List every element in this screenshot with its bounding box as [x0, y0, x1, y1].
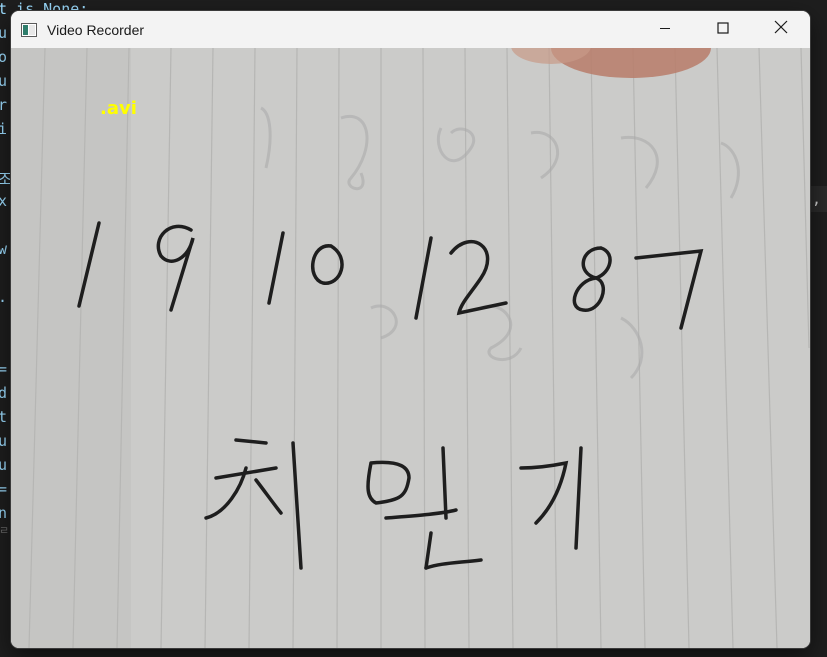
app-window-icon: [21, 22, 37, 37]
video-recorder-window: Video Recorder .avi: [11, 11, 810, 648]
editor-line: r: [0, 96, 8, 114]
editor-line: .: [0, 288, 7, 306]
video-frame: .avi: [11, 48, 810, 648]
close-button[interactable]: [752, 11, 810, 48]
editor-hint-text: ㄹ: [0, 524, 10, 537]
close-icon: [774, 20, 788, 39]
window-title: Video Recorder: [47, 21, 145, 38]
editor-line: x: [0, 192, 8, 210]
editor-line: w: [0, 240, 8, 258]
maximize-button[interactable]: [694, 11, 752, 48]
editor-line: n: [0, 504, 8, 522]
minimize-button[interactable]: [636, 11, 694, 48]
recording-format-label: .avi: [100, 98, 137, 119]
editor-line: =: [0, 480, 8, 498]
editor-line: t: [0, 408, 8, 426]
editor-line: i: [0, 120, 8, 138]
editor-line: u: [0, 72, 8, 90]
title-bar[interactable]: Video Recorder: [11, 11, 810, 48]
editor-line: u: [0, 432, 8, 450]
editor-line: u: [0, 24, 8, 42]
window-controls: [636, 11, 810, 48]
editor-right-text: ,: [811, 190, 821, 208]
camera-image: [11, 48, 810, 648]
editor-line: u: [0, 456, 8, 474]
minimize-icon: [659, 21, 671, 39]
editor-line: =: [0, 360, 8, 378]
editor-line: d: [0, 384, 8, 402]
editor-line: o: [0, 48, 8, 66]
maximize-icon: [717, 21, 729, 39]
